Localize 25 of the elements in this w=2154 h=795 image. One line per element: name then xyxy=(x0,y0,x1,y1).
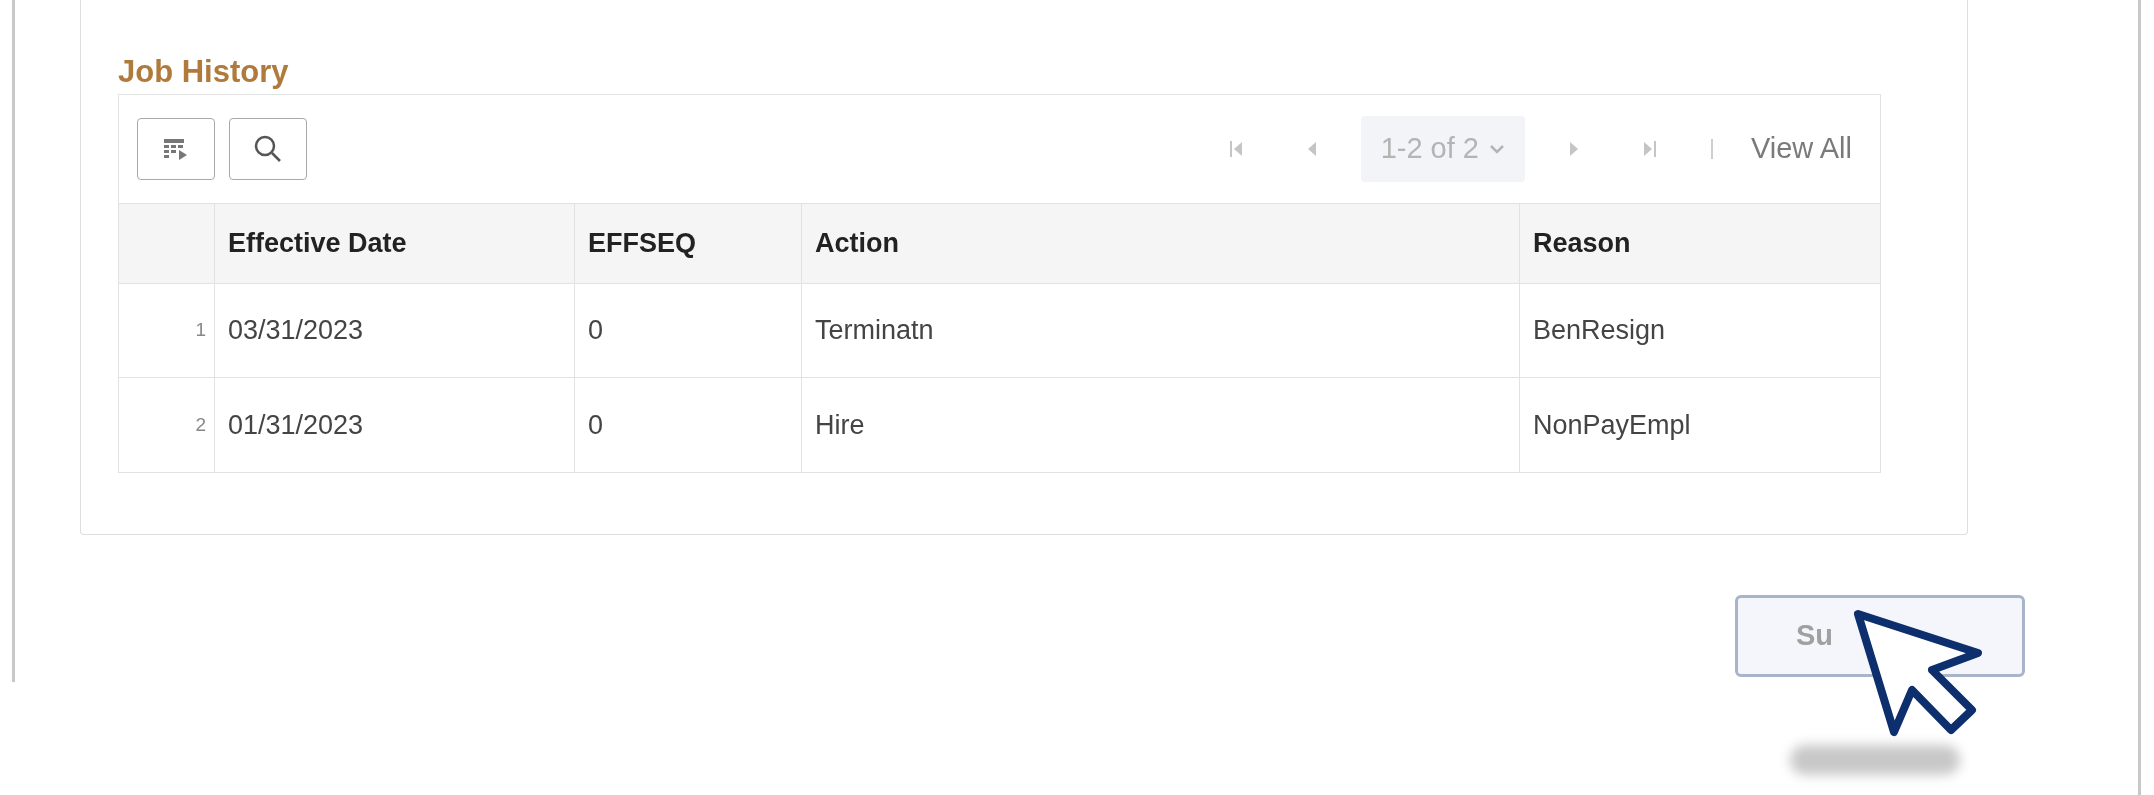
section-title: Job History xyxy=(118,53,289,91)
table-cell-text: BenResign xyxy=(1533,314,1666,348)
search-button[interactable] xyxy=(229,118,307,180)
view-all-link[interactable]: View All xyxy=(1750,127,1852,171)
next-page-icon[interactable] xyxy=(1568,140,1579,158)
chevron-down-icon xyxy=(1488,144,1505,154)
row-number: 2 xyxy=(195,412,206,437)
column-header: Reason xyxy=(1533,227,1631,261)
table-cell-text: 0 xyxy=(588,408,604,442)
table-cell-text: 01/31/2023 xyxy=(228,408,364,442)
table-cell-text: 0 xyxy=(588,314,604,348)
previous-page-icon[interactable] xyxy=(1306,140,1317,158)
column-header: EFFSEQ xyxy=(588,227,696,261)
last-page-icon[interactable] xyxy=(1642,140,1657,158)
column-header: Effective Date xyxy=(228,227,407,261)
table-cell-text: NonPayEmpl xyxy=(1533,408,1691,442)
grid-icon xyxy=(163,137,189,161)
column-header: Action xyxy=(815,227,899,261)
row-number: 1 xyxy=(195,318,206,343)
table-cell-text: Terminatn xyxy=(815,314,934,348)
first-page-icon[interactable] xyxy=(1228,140,1243,158)
personalize-button[interactable] xyxy=(137,118,215,180)
search-icon xyxy=(253,134,283,164)
table-cell-text: 03/31/2023 xyxy=(228,314,364,348)
table-cell-text: Hire xyxy=(815,408,865,442)
